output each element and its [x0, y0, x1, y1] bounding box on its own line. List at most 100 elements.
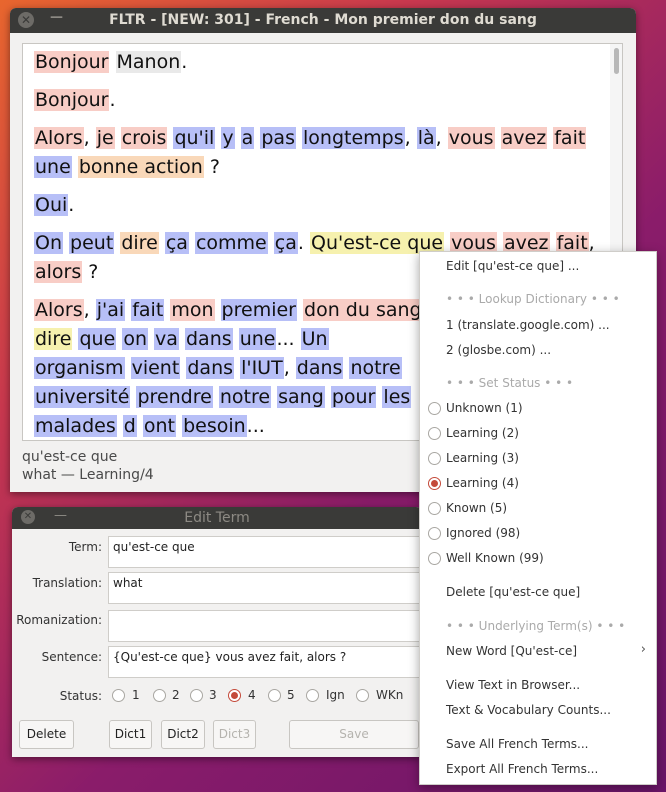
word-token[interactable]: qu'il	[173, 127, 216, 149]
menu-new-word[interactable]: New Word [Qu'est-ce]	[446, 644, 577, 658]
menu-status-radio[interactable]	[428, 477, 441, 490]
menu-status-learning2[interactable]: Learning (2)	[446, 426, 519, 440]
word-token[interactable]: une	[34, 156, 72, 178]
menu-view-text[interactable]: View Text in Browser...	[446, 678, 580, 692]
dict3-button[interactable]: Dict3	[213, 720, 256, 749]
menu-status-learning3[interactable]: Learning (3)	[446, 451, 519, 465]
word-token[interactable]: dans	[184, 328, 233, 350]
word-token[interactable]: une	[238, 328, 277, 350]
menu-dict2[interactable]: 2 (glosbe.com) ...	[446, 343, 551, 357]
word-token[interactable]: l'IUT	[240, 357, 284, 379]
menu-status-radio[interactable]	[428, 427, 441, 440]
word-token[interactable]: là	[416, 127, 436, 149]
word-token[interactable]: que	[78, 328, 117, 350]
menu-status-radio[interactable]	[428, 527, 441, 540]
status-radio-1[interactable]	[112, 689, 125, 702]
menu-save-all[interactable]: Save All French Terms...	[446, 737, 588, 751]
status-radio-label: 4	[248, 688, 256, 702]
word-token[interactable]: on	[122, 328, 148, 350]
word-token[interactable]: Manon	[115, 51, 182, 73]
romanization-label: Romanization:	[16, 613, 102, 627]
word-token[interactable]: dire	[34, 328, 73, 350]
word-token[interactable]: a	[240, 127, 255, 149]
status-radio-3[interactable]	[190, 689, 203, 702]
word-token[interactable]: dans	[186, 357, 235, 379]
word-token[interactable]: Bonjour	[34, 89, 110, 111]
word-token[interactable]: va	[154, 328, 179, 350]
romanization-input[interactable]	[108, 610, 422, 642]
word-token[interactable]: crois	[120, 127, 168, 149]
word-token[interactable]: vous	[447, 127, 495, 149]
dict2-button[interactable]: Dict2	[161, 720, 205, 749]
menu-status-ignored[interactable]: Ignored (98)	[446, 526, 520, 540]
menu-status-radio[interactable]	[428, 502, 441, 515]
scroll-thumb[interactable]	[614, 48, 619, 74]
word-token[interactable]: Oui	[34, 194, 69, 216]
edit-titlebar[interactable]: ✕ — Edit Term	[12, 507, 422, 529]
word-token[interactable]: j'ai	[95, 299, 126, 321]
translation-input[interactable]: what	[108, 572, 422, 604]
word-token[interactable]: d	[122, 415, 137, 437]
paragraph: Alors, j'ai fait mon premier don du sang…	[34, 299, 423, 437]
menu-edit-term[interactable]: Edit [qu'est-ce que] ...	[446, 259, 579, 273]
menu-status-known[interactable]: Known (5)	[446, 501, 507, 515]
word-token[interactable]: don du sang	[303, 299, 423, 321]
word-token[interactable]: Bonjour	[34, 51, 110, 73]
menu-status-well-known[interactable]: Well Known (99)	[446, 551, 544, 565]
word-token[interactable]: dire	[120, 232, 159, 254]
word-token[interactable]: mon	[170, 299, 215, 321]
word-token[interactable]: ça	[273, 232, 298, 254]
word-token[interactable]: fait	[553, 127, 587, 149]
word-token[interactable]: On	[34, 232, 63, 254]
status-info: what — Learning/4	[22, 467, 154, 483]
menu-dict1[interactable]: 1 (translate.google.com) ...	[446, 318, 610, 332]
word-token[interactable]: fait	[131, 299, 165, 321]
word-token[interactable]: premier	[220, 299, 297, 321]
word-token[interactable]: pour	[330, 386, 377, 408]
word-token[interactable]: ont	[142, 415, 177, 437]
main-titlebar[interactable]: ✕ — FLTR - [NEW: 301] - French - Mon pre…	[10, 8, 636, 33]
word-token[interactable]: je	[95, 127, 115, 149]
menu-status-radio[interactable]	[428, 552, 441, 565]
word-token[interactable]: pas	[260, 127, 296, 149]
word-token[interactable]: malades	[34, 415, 117, 437]
menu-status-radio[interactable]	[428, 452, 441, 465]
word-token[interactable]: alors	[34, 261, 83, 283]
status-radio-2[interactable]	[153, 689, 166, 702]
menu-delete-term[interactable]: Delete [qu'est-ce que]	[446, 585, 580, 599]
word-token[interactable]: sang	[277, 386, 325, 408]
word-token[interactable]: ça	[164, 232, 189, 254]
word-token[interactable]: comme	[194, 232, 268, 254]
word-token[interactable]: Un	[300, 328, 329, 350]
word-token[interactable]: avez	[500, 127, 548, 149]
word-token[interactable]: les	[382, 386, 412, 408]
word-token[interactable]: dans	[295, 357, 344, 379]
word-token[interactable]: organism	[34, 357, 125, 379]
save-button[interactable]: Save	[289, 720, 419, 749]
term-input[interactable]: qu'est-ce que	[108, 536, 422, 568]
sentence-input[interactable]: {Qu'est-ce que} vous avez fait, alors ?	[108, 646, 422, 678]
word-token[interactable]: besoin	[182, 415, 247, 437]
word-token[interactable]: vient	[130, 357, 181, 379]
menu-status-radio[interactable]	[428, 402, 441, 415]
dict1-button[interactable]: Dict1	[109, 720, 152, 749]
menu-status-unknown[interactable]: Unknown (1)	[446, 401, 523, 415]
word-token[interactable]: Alors	[34, 299, 84, 321]
status-radio-4[interactable]	[228, 689, 241, 702]
status-radio-wkn[interactable]	[356, 689, 369, 702]
word-token[interactable]: Alors	[34, 127, 84, 149]
word-token[interactable]: peut	[69, 232, 115, 254]
menu-counts[interactable]: Text & Vocabulary Counts...	[446, 703, 611, 717]
word-token[interactable]: prendre	[136, 386, 213, 408]
delete-button[interactable]: Delete	[19, 720, 74, 749]
word-token[interactable]: notre	[349, 357, 402, 379]
menu-status-learning4[interactable]: Learning (4)	[446, 476, 519, 490]
status-radio-5[interactable]	[268, 689, 281, 702]
menu-export-all[interactable]: Export All French Terms...	[446, 762, 598, 776]
word-token[interactable]: notre	[218, 386, 272, 408]
word-token[interactable]: bonne action	[77, 156, 204, 178]
word-token[interactable]: y	[221, 127, 235, 149]
word-token[interactable]: longtemps	[302, 127, 405, 149]
status-radio-ign[interactable]	[306, 689, 319, 702]
word-token[interactable]: université	[34, 386, 131, 408]
